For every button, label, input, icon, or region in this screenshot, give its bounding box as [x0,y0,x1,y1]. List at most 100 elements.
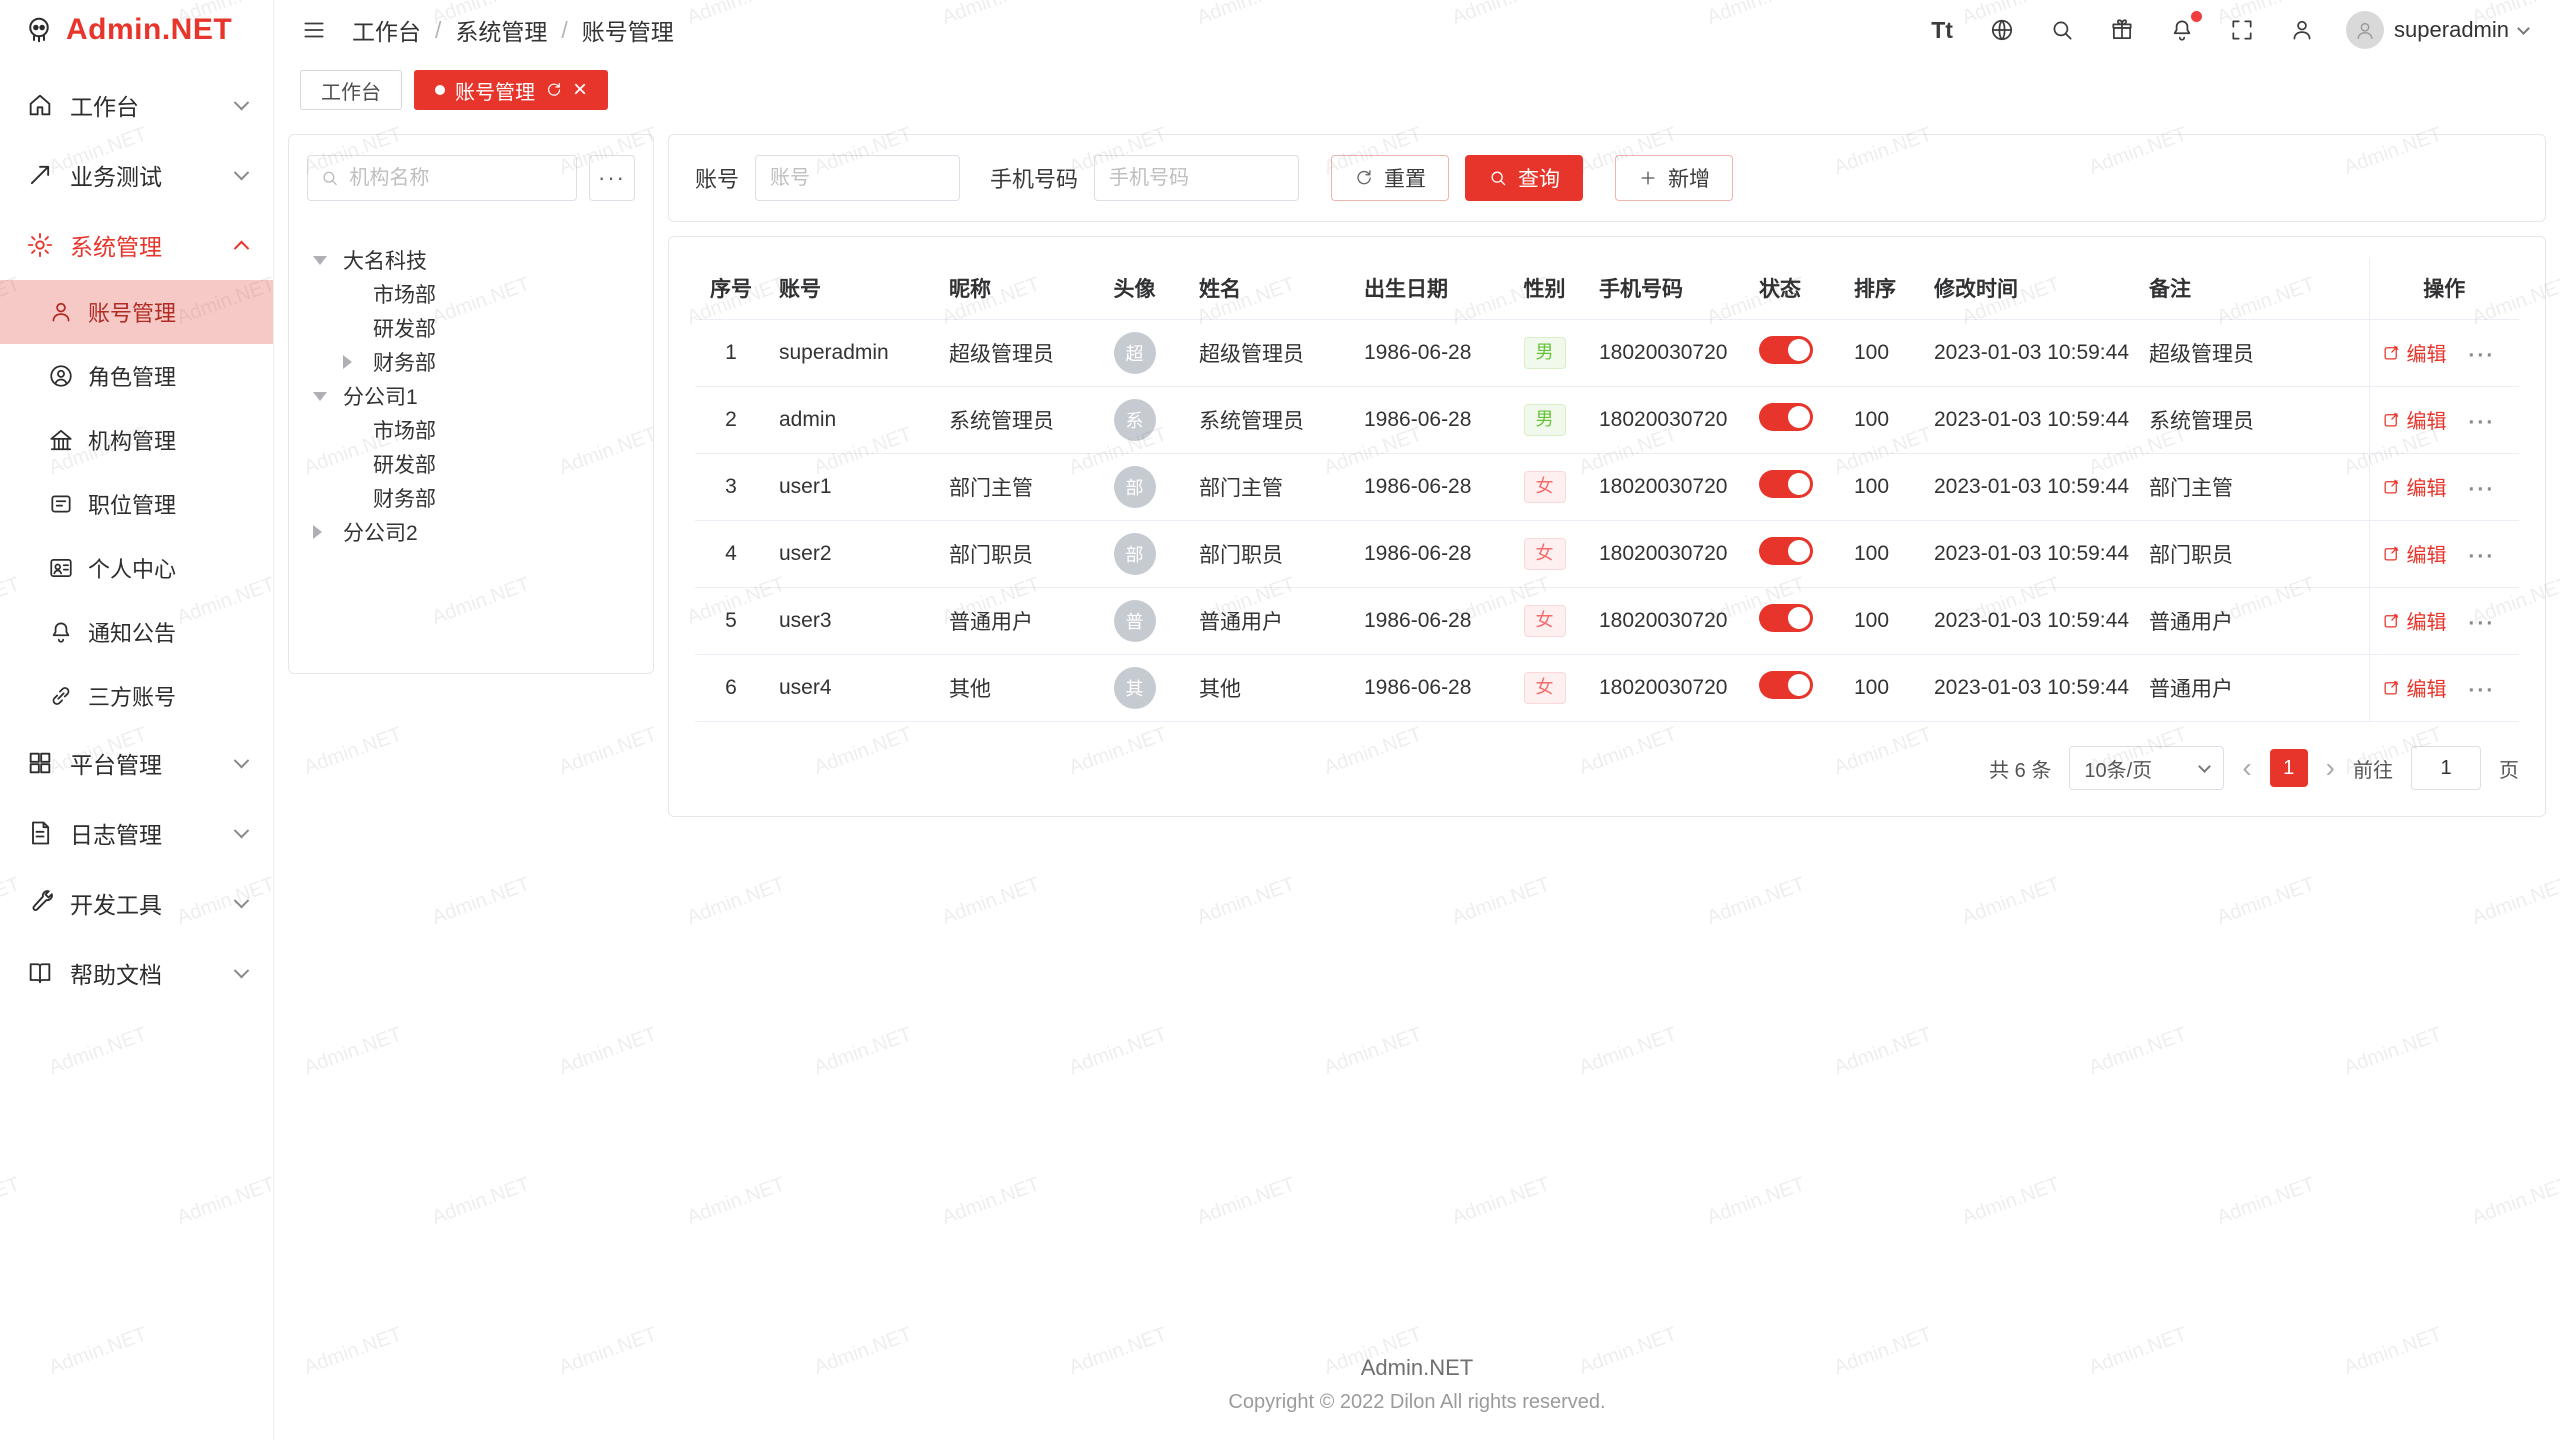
gender-badge: 女 [1524,672,1566,703]
tree-node[interactable]: 研发部 [307,311,635,345]
sidebar-item-personal-center[interactable]: 个人中心 [0,536,273,600]
tree-caret-icon[interactable] [313,256,343,265]
tree-node-label: 市场部 [373,415,436,445]
user-menu[interactable]: superadmin [2346,11,2528,49]
sidebar-item-system-management[interactable]: 系统管理 [0,210,273,280]
profile-icon[interactable] [2286,14,2318,46]
font-size-icon[interactable]: Tt [1926,14,1958,46]
sidebar-item-org-management[interactable]: 机构管理 [0,408,273,472]
sidebar-item-position-management[interactable]: 职位管理 [0,472,273,536]
sidebar-item-account-management[interactable]: 账号管理 [0,280,273,344]
sidebar-item-third-party-account[interactable]: 三方账号 [0,664,273,728]
topbar-tools: Tt [1926,11,2528,49]
goto-label: 前往 [2353,754,2393,783]
notification-icon[interactable] [2166,14,2198,46]
footer: Admin.NET Copyright © 2022 Dilon All rig… [274,1355,2560,1440]
edit-button[interactable]: 编辑 [2382,405,2447,434]
fullscreen-icon[interactable] [2226,14,2258,46]
row-more-icon[interactable]: ··· [2468,545,2495,568]
tab-workbench[interactable]: 工作台 [300,70,402,110]
row-more-icon[interactable]: ··· [2468,344,2495,367]
cell-account: user1 [767,454,937,521]
sidebar-item-dev-tools[interactable]: 开发工具 [0,868,273,938]
sidebar-item-log-management[interactable]: 日志管理 [0,798,273,868]
page-number-button[interactable]: 1 [2270,749,2308,787]
row-more-icon[interactable]: ··· [2468,411,2495,434]
tab-label: 工作台 [321,76,381,105]
sidebar-item-label: 账号管理 [88,296,176,328]
tab-close-icon[interactable]: × [573,78,587,102]
tree-node[interactable]: 市场部 [307,277,635,311]
goto-page-input[interactable] [2411,746,2481,790]
next-page-button[interactable]: › [2326,754,2335,782]
search-button[interactable]: 查询 [1465,155,1583,201]
cell-name: 其他 [1187,655,1352,722]
breadcrumb-separator: / [561,17,567,44]
tree-node[interactable]: 财务部 [307,481,635,515]
edit-icon [2382,477,2401,496]
row-more-icon[interactable]: ··· [2468,478,2495,501]
sidebar-item-help-docs[interactable]: 帮助文档 [0,938,273,1008]
row-more-icon[interactable]: ··· [2468,612,2495,635]
sidebar-item-label: 个人中心 [88,552,176,584]
sidebar-item-label: 业务测试 [70,158,162,192]
cell-birthday: 1986-06-28 [1352,588,1502,655]
tab-refresh-icon[interactable] [545,81,563,99]
row-more-icon[interactable]: ··· [2468,679,2495,702]
theme-icon[interactable] [2106,14,2138,46]
edit-button[interactable]: 编辑 [2382,338,2447,367]
tree-node[interactable]: 研发部 [307,447,635,481]
add-button[interactable]: 新增 [1615,155,1733,201]
tree-node[interactable]: 财务部 [307,345,635,379]
breadcrumb-item[interactable]: 系统管理 [455,13,547,47]
badge-icon [48,491,74,517]
profile-card-icon [48,555,74,581]
edit-button[interactable]: 编辑 [2382,472,2447,501]
cell-phone: 18020030720 [1587,655,1747,722]
cell-account: user4 [767,655,937,722]
tree-caret-icon[interactable] [313,525,343,539]
org-more-button[interactable]: ··· [589,155,635,201]
tree-node[interactable]: 市场部 [307,413,635,447]
page-size-select[interactable]: 10条/页 [2069,746,2224,790]
tree-node[interactable]: 大名科技 [307,243,635,277]
menu-toggle[interactable] [298,14,330,46]
status-toggle[interactable] [1759,604,1813,632]
tab-account-management[interactable]: 账号管理 × [414,70,608,110]
tree-caret-icon[interactable] [343,355,373,369]
search-icon[interactable] [2046,14,2078,46]
sidebar-item-workbench[interactable]: 工作台 [0,70,273,140]
link-icon [48,683,74,709]
status-toggle[interactable] [1759,470,1813,498]
column-header-phone: 手机号码 [1587,257,1747,320]
sidebar-item-platform-management[interactable]: 平台管理 [0,728,273,798]
cell-birthday: 1986-06-28 [1352,320,1502,387]
edit-button[interactable]: 编辑 [2382,606,2447,635]
phone-input[interactable] [1094,155,1299,201]
tree-caret-icon[interactable] [313,392,343,401]
sidebar-item-business-test[interactable]: 业务测试 [0,140,273,210]
chevron-down-icon [234,94,250,110]
gender-badge: 男 [1524,337,1566,368]
prev-page-button[interactable]: ‹ [2242,754,2251,782]
breadcrumb-item[interactable]: 工作台 [352,13,421,47]
status-toggle[interactable] [1759,537,1813,565]
edit-button[interactable]: 编辑 [2382,673,2447,702]
tree-node[interactable]: 分公司1 [307,379,635,413]
edit-button[interactable]: 编辑 [2382,539,2447,568]
status-toggle[interactable] [1759,403,1813,431]
status-toggle[interactable] [1759,336,1813,364]
sidebar: Admin.NET 工作台 业务测试 系统管理 账号管理 [0,0,274,1440]
cell-name: 部门职员 [1187,521,1352,588]
sidebar-item-role-management[interactable]: 角色管理 [0,344,273,408]
account-input[interactable] [755,155,960,201]
status-toggle[interactable] [1759,671,1813,699]
sidebar-item-notice[interactable]: 通知公告 [0,600,273,664]
tree-node[interactable]: 分公司2 [307,515,635,549]
org-search-input[interactable] [349,167,564,190]
sidebar-item-label: 平台管理 [70,746,162,780]
cell-index: 6 [695,655,767,722]
reset-button[interactable]: 重置 [1331,155,1449,201]
cell-nickname: 系统管理员 [937,387,1082,454]
globe-icon[interactable] [1986,14,2018,46]
